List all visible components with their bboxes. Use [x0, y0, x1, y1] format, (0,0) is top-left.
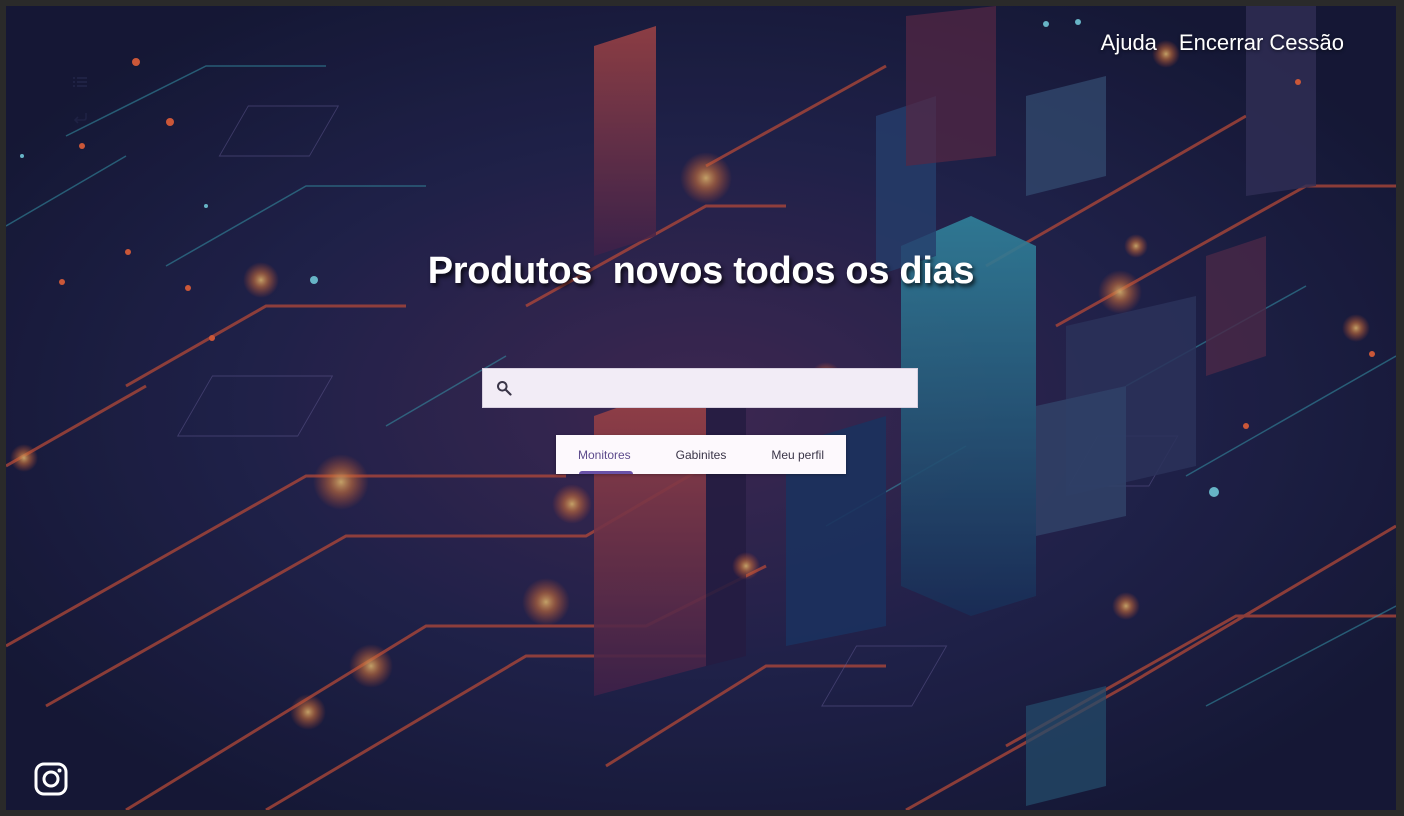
list-icon[interactable] [72, 74, 88, 90]
top-navigation: Ajuda Encerrar Cessão [1101, 30, 1344, 56]
search-input[interactable] [512, 368, 917, 408]
search-bar[interactable] [482, 368, 918, 408]
search-icon [497, 381, 512, 396]
main-page: Ajuda Encerrar Cessão Produtos novos tod… [6, 6, 1396, 810]
active-tab-indicator [579, 471, 633, 474]
instagram-icon[interactable] [34, 762, 68, 796]
tab-monitores[interactable]: Monitores [556, 435, 653, 474]
nav-link-help[interactable]: Ajuda [1101, 30, 1157, 56]
tab-label: Meu perfil [771, 447, 825, 462]
hero-title: Produtos novos todos os dias [427, 250, 975, 292]
tab-meu-perfil[interactable]: Meu perfil [749, 435, 846, 474]
tab-label: Monitores [577, 447, 631, 462]
category-tabs: Monitores Gabinites Meu perfil [556, 435, 846, 474]
return-icon[interactable] [72, 110, 88, 126]
tab-gabinites[interactable]: Gabinites [653, 435, 750, 474]
tab-label: Gabinites [675, 447, 727, 462]
background-image [6, 6, 1396, 810]
nav-link-logout[interactable]: Encerrar Cessão [1179, 30, 1344, 56]
